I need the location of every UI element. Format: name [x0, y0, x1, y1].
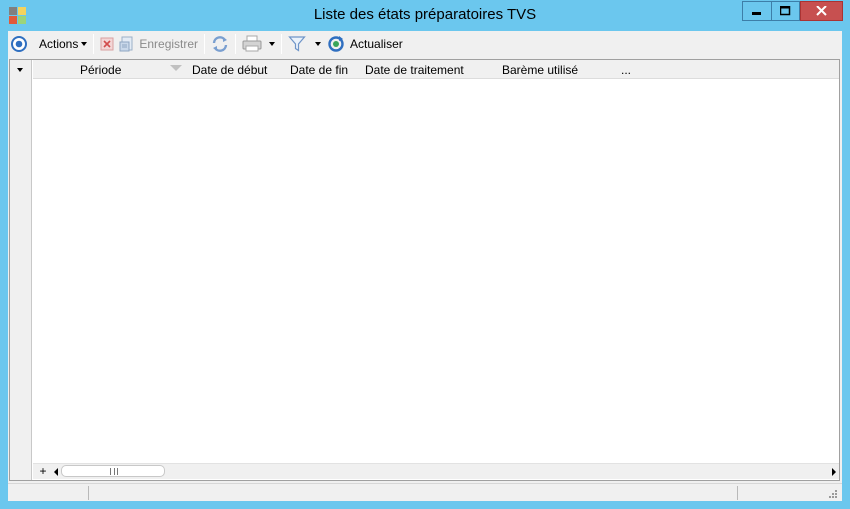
resize-grip-icon[interactable]	[828, 489, 838, 499]
scrollbar-thumb[interactable]	[61, 465, 165, 477]
grid-row-selector-column	[10, 60, 32, 480]
column-header-more[interactable]: ...	[621, 63, 631, 77]
column-header-bareme[interactable]: Barème utilisé	[502, 63, 578, 77]
save-button[interactable]: Enregistrer	[119, 33, 198, 55]
column-chooser-icon[interactable]	[17, 68, 23, 72]
maximize-icon	[780, 6, 791, 16]
nav-button[interactable]	[10, 33, 28, 55]
chevron-down-icon[interactable]	[269, 42, 276, 46]
data-grid[interactable]: Période Date de début Date de fin Date d…	[9, 59, 840, 481]
print-icon	[242, 35, 262, 52]
scroll-left-icon[interactable]	[54, 468, 58, 476]
minimize-icon	[752, 12, 761, 15]
status-panel-divider	[737, 486, 738, 500]
chevron-down-icon[interactable]	[315, 42, 322, 46]
refresh-button[interactable]: Actualiser	[327, 33, 403, 55]
main-window: Liste des états préparatoires TVS Action…	[0, 0, 850, 509]
window-title: Liste des états préparatoires TVS	[313, 6, 537, 23]
sync-button[interactable]	[211, 33, 229, 55]
toolbar: Actions Enregistrer Actualiser	[8, 31, 842, 57]
filter-button[interactable]	[288, 33, 322, 55]
actions-menu-button[interactable]: Actions	[39, 33, 88, 55]
grip-icon	[110, 468, 118, 475]
save-document-icon	[119, 36, 133, 52]
chevron-down-icon	[81, 42, 88, 46]
actions-label: Actions	[39, 37, 79, 51]
sort-descending-icon	[170, 65, 182, 71]
status-bar	[8, 483, 842, 501]
close-button[interactable]	[800, 1, 843, 21]
scroll-right-icon[interactable]	[832, 468, 836, 476]
refresh-label: Actualiser	[350, 37, 403, 51]
status-panel-divider	[88, 486, 89, 500]
refresh-icon	[328, 36, 344, 52]
delete-button[interactable]	[100, 33, 114, 55]
maximize-button[interactable]	[771, 1, 800, 21]
column-header-periode[interactable]: Période	[80, 63, 121, 77]
toolbar-separator	[235, 34, 237, 54]
save-label: Enregistrer	[139, 37, 199, 51]
add-row-button[interactable]: +	[37, 464, 49, 479]
toolbar-separator	[93, 34, 95, 54]
horizontal-scrollbar[interactable]: +	[33, 463, 839, 479]
nav-circle-icon	[11, 36, 27, 52]
print-button[interactable]	[242, 33, 276, 55]
toolbar-separator	[204, 34, 206, 54]
close-icon	[816, 6, 827, 16]
minimize-button[interactable]	[742, 1, 771, 21]
sync-icon	[212, 36, 228, 52]
column-header-date-fin[interactable]: Date de fin	[290, 63, 348, 77]
column-header-date-debut[interactable]: Date de début	[192, 63, 267, 77]
client-area: Actions Enregistrer Actualiser Période D…	[8, 31, 842, 501]
filter-icon	[288, 36, 306, 52]
delete-icon	[100, 37, 114, 51]
column-header-date-traitement[interactable]: Date de traitement	[365, 63, 464, 77]
title-bar[interactable]: Liste des états préparatoires TVS	[0, 0, 850, 31]
grid-header: Période Date de début Date de fin Date d…	[33, 60, 839, 79]
toolbar-separator	[281, 34, 283, 54]
